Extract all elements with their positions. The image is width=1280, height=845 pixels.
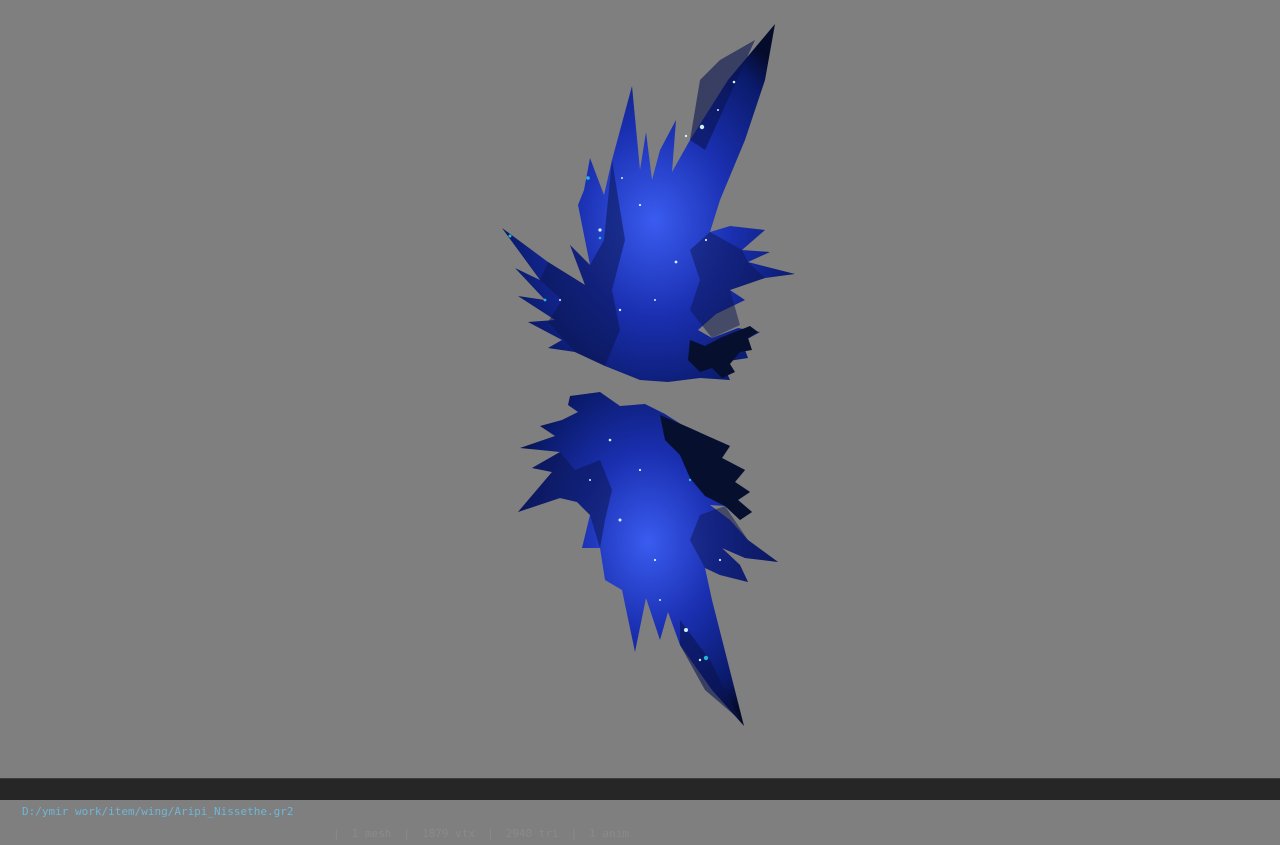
status-separator: |	[486, 827, 494, 840]
file-path: D:/ymir work/item/wing/Aripi_Nissethe.gr…	[22, 805, 294, 818]
status-separator: |	[333, 827, 340, 840]
model-stats: | 1 mesh | 1879 vtx | 2940 tri | 1 anim	[333, 823, 629, 845]
lower-wing	[518, 392, 778, 726]
status-bar: D:/ymir work/item/wing/Aripi_Nissethe.gr…	[0, 778, 1280, 840]
3d-viewport[interactable]	[0, 0, 1280, 778]
wing-model[interactable]	[0, 0, 1280, 778]
triangle-count: 2940 tri	[505, 827, 559, 840]
upper-wing	[502, 24, 795, 382]
status-separator: |	[403, 827, 410, 840]
mesh-count: 1 mesh	[351, 827, 392, 840]
animation-count: 1 anim	[589, 827, 629, 840]
vertex-count: 1879 vtx	[422, 827, 475, 840]
